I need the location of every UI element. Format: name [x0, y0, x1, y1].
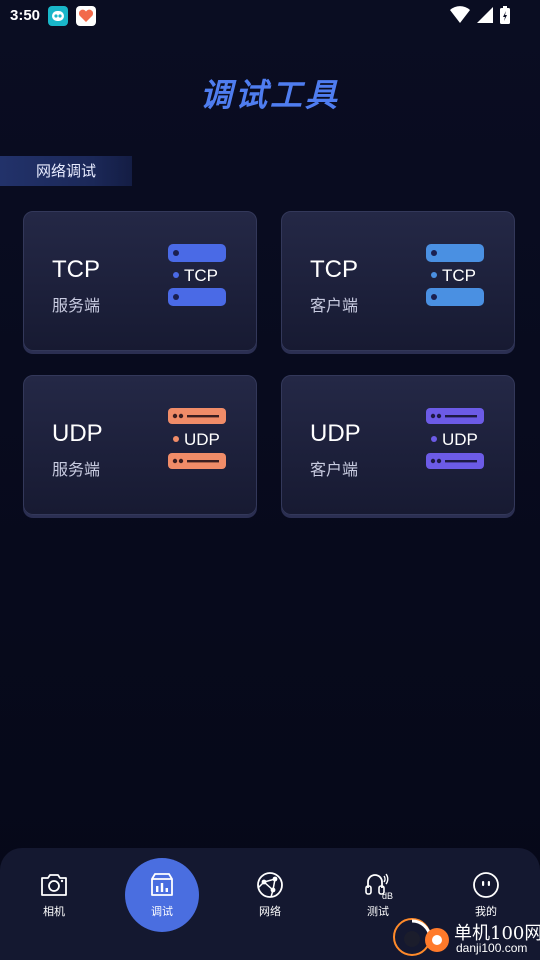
tcp-server-icon: TCP [168, 244, 226, 306]
udp-server-card[interactable]: UDP 服务端 UDP [23, 375, 257, 515]
watermark: 单机100网 danji100.com [392, 915, 540, 960]
card-subtitle: 服务端 [52, 460, 101, 479]
page-title: 调试工具 [199, 76, 340, 114]
card-title: UDP [52, 420, 103, 447]
heart-notification-icon [76, 6, 96, 26]
status-time: 3:50 [10, 7, 41, 24]
tcp-server-card[interactable]: TCP 服务端 TCP [23, 211, 257, 351]
nav-item-debug[interactable]: 调试 [117, 848, 207, 960]
signal-icon [477, 7, 493, 23]
profile-icon [473, 872, 499, 898]
card-subtitle: 客户端 [310, 296, 359, 315]
udp-client-card[interactable]: UDP 客户端 UDP [281, 375, 515, 515]
icon-label: UDP [184, 430, 220, 449]
camera-icon [41, 874, 67, 896]
udp-server-icon: UDP [168, 408, 226, 469]
tcp-client-icon: TCP [426, 244, 484, 306]
status-bar: 3:50 [0, 0, 540, 32]
icon-label: UDP [442, 430, 478, 449]
tcp-client-card[interactable]: TCP 客户端 TCP [281, 211, 515, 351]
card-title: TCP [310, 256, 358, 283]
nav-item-network[interactable]: 网络 [225, 848, 315, 960]
nav-item-camera[interactable]: 相机 [9, 848, 99, 960]
svg-text:dB: dB [382, 891, 393, 900]
battery-icon [500, 6, 510, 24]
network-icon [257, 872, 283, 898]
udp-client-icon: UDP [426, 408, 484, 469]
nav-label: 相机 [43, 905, 65, 918]
wifi-icon [450, 6, 470, 23]
card-subtitle: 客户端 [310, 460, 359, 479]
system-icons [450, 6, 510, 24]
watermark-badge-icon [425, 928, 449, 952]
nav-label: 调试 [151, 905, 173, 918]
sound-test-icon: dB [365, 873, 393, 900]
section-label-network-debug: 网络调试 [0, 156, 132, 186]
card-subtitle: 服务端 [52, 296, 101, 315]
card-title: TCP [52, 256, 100, 283]
nav-label: 网络 [259, 905, 281, 918]
app-notification-icon [48, 6, 68, 26]
debug-icon [151, 873, 173, 896]
watermark-url: danji100.com [456, 941, 528, 955]
icon-label: TCP [442, 266, 476, 285]
icon-label: TCP [184, 266, 218, 285]
card-title: UDP [310, 420, 361, 447]
